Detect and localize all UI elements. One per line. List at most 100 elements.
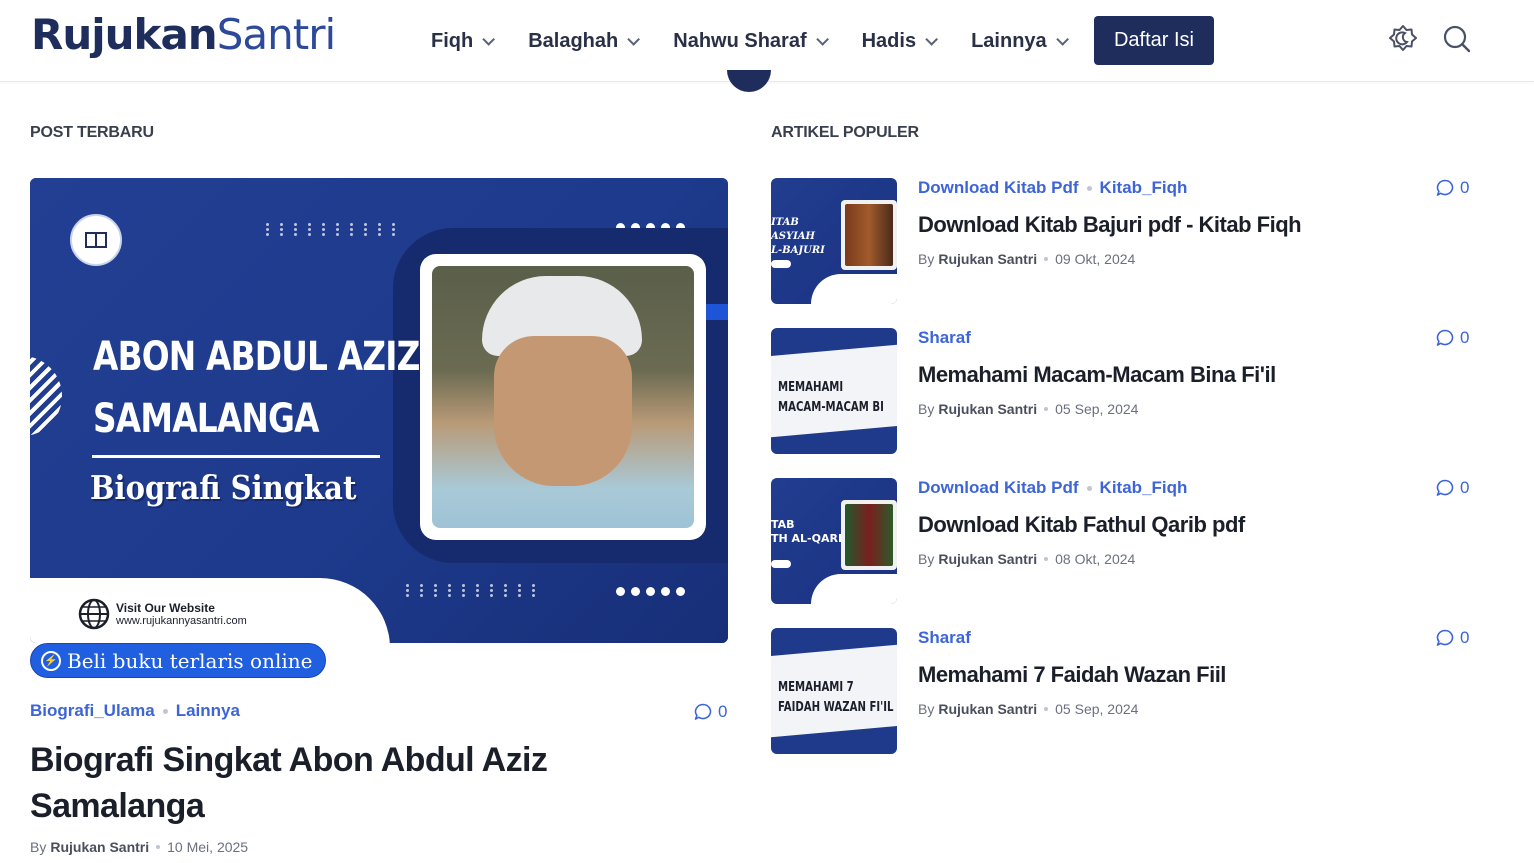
nav-item-hadis[interactable]: Hadis xyxy=(862,30,939,53)
daftar-isi-button[interactable]: Daftar Isi xyxy=(1094,16,1214,65)
category-link[interactable]: Sharaf xyxy=(918,328,971,348)
popular-post-title[interactable]: Memahami 7 Faidah Wazan Fiil xyxy=(918,662,1226,688)
thumb-corner xyxy=(811,274,897,304)
comment-count: 0 xyxy=(1460,178,1470,197)
popular-categories: Download Kitab Pdf Kitab_Fiqh xyxy=(918,478,1187,498)
featured-post-meta: By Rujukan Santri 10 Mei, 2025 xyxy=(30,839,248,855)
nav-item-balaghah[interactable]: Balaghah xyxy=(528,30,641,53)
thumb-band xyxy=(771,726,897,754)
image-subtitle: Biografi Singkat xyxy=(90,468,357,507)
thumb-text: MEMAHAMI 7 FAIDAH WAZAN FI'IL xyxy=(778,680,894,715)
author-link[interactable]: Rujukan Santri xyxy=(938,401,1037,417)
nav-item-lainnya[interactable]: Lainnya xyxy=(971,29,1069,53)
chevron-down-icon xyxy=(482,32,496,46)
nav-item-label: Lainnya xyxy=(971,29,1047,52)
popular-comments[interactable]: 0 xyxy=(1435,178,1469,198)
popular-comments[interactable]: 0 xyxy=(1435,478,1469,498)
book-cover-icon xyxy=(841,200,897,270)
thumb-band xyxy=(771,328,897,356)
category-link[interactable]: Sharaf xyxy=(918,628,971,648)
popular-post-title[interactable]: Download Kitab Fathul Qarib pdf xyxy=(918,512,1245,538)
popular-comments[interactable]: 0 xyxy=(1435,628,1469,648)
by-label: By xyxy=(918,701,935,717)
featured-categories: Biografi_Ulama Lainnya xyxy=(30,701,240,721)
comment-icon xyxy=(1436,329,1454,346)
chevron-down-icon xyxy=(925,32,939,46)
visit-website: Visit Our Website www.rujukannyasantri.c… xyxy=(78,598,247,630)
globe-icon xyxy=(78,598,110,630)
post-date: 10 Mei, 2025 xyxy=(167,839,249,855)
category-link[interactable]: Kitab_Fiqh xyxy=(1100,478,1188,498)
thumb-pill xyxy=(771,260,791,268)
popular-thumb[interactable]: TAB TH AL-QARIB xyxy=(771,478,897,604)
comment-icon xyxy=(1436,479,1454,496)
category-link[interactable]: Download Kitab Pdf xyxy=(918,178,1079,198)
meta-separator xyxy=(1044,257,1049,261)
popular-thumb[interactable]: MEMAHAMI 7 FAIDAH WAZAN FI'IL xyxy=(771,628,897,754)
featured-post-title[interactable]: Biografi Singkat Abon Abdul Aziz Samalan… xyxy=(30,737,630,829)
featured-post-image[interactable]: ABON ABDUL AZIZ SAMALANGA Biografi Singk… xyxy=(30,178,728,643)
category-link[interactable]: Download Kitab Pdf xyxy=(918,478,1079,498)
popular-thumb[interactable]: MEMAHAMI MACAM-MACAM BI xyxy=(771,328,897,454)
bolt-icon: ⚡ xyxy=(41,650,61,671)
theme-toggle-icon[interactable] xyxy=(1386,22,1420,56)
by-label: By xyxy=(918,551,935,567)
thumb-band xyxy=(771,426,897,454)
featured-comments[interactable]: 0 xyxy=(693,702,727,722)
image-divider xyxy=(92,455,380,458)
popular-post-meta: By Rujukan Santri 09 Okt, 2024 xyxy=(918,251,1135,267)
comment-count: 0 xyxy=(718,702,728,721)
logo-text-santri: Santri xyxy=(216,10,336,59)
chevron-down-icon xyxy=(815,32,829,46)
search-icon[interactable] xyxy=(1440,22,1474,56)
decorative-dots xyxy=(266,223,406,236)
category-link[interactable]: Kitab_Fiqh xyxy=(1100,178,1188,198)
thumb-text: TAB TH AL-QARIB xyxy=(771,518,851,545)
site-logo[interactable]: RujukanSantri xyxy=(31,10,336,59)
category-link[interactable]: Lainnya xyxy=(176,701,240,721)
category-link[interactable]: Biografi_Ulama xyxy=(30,701,155,721)
promo-button[interactable]: ⚡ Beli buku terlaris online xyxy=(30,643,326,678)
by-label: By xyxy=(918,251,935,267)
comment-count: 0 xyxy=(1460,328,1470,347)
thumb-text: ITAB ASYIAH L-BAJURI xyxy=(771,217,825,256)
thumb-text: MEMAHAMI MACAM-MACAM BI xyxy=(778,380,884,415)
visit-url: www.rujukannyasantri.com xyxy=(116,615,247,627)
author-link[interactable]: Rujukan Santri xyxy=(938,551,1037,567)
nav-item-fiqh[interactable]: Fiqh xyxy=(431,29,496,53)
popular-post-title[interactable]: Download Kitab Bajuri pdf - Kitab Fiqh xyxy=(918,212,1302,238)
visit-label: Visit Our Website xyxy=(116,601,215,615)
popular-articles-title: ARTIKEL POPULER xyxy=(771,124,919,141)
nav-item-label: Fiqh xyxy=(431,29,474,52)
meta-separator xyxy=(1044,407,1049,411)
thumb-pill xyxy=(771,560,791,568)
popular-comments[interactable]: 0 xyxy=(1435,328,1469,348)
author-link[interactable]: Rujukan Santri xyxy=(938,701,1037,717)
comment-count: 0 xyxy=(1460,628,1470,647)
comment-count: 0 xyxy=(1460,478,1470,497)
popular-categories: Download Kitab Pdf Kitab_Fiqh xyxy=(918,178,1187,198)
post-date: 05 Sep, 2024 xyxy=(1055,401,1139,417)
meta-separator xyxy=(1044,557,1049,561)
popular-categories: Sharaf xyxy=(918,328,971,348)
popular-post-meta: By Rujukan Santri 08 Okt, 2024 xyxy=(918,551,1135,567)
popular-categories: Sharaf xyxy=(918,628,971,648)
image-headline-line1: ABON ABDUL AZIZ xyxy=(93,334,420,380)
author-link[interactable]: Rujukan Santri xyxy=(938,251,1037,267)
comment-icon xyxy=(1436,629,1454,646)
post-date: 09 Okt, 2024 xyxy=(1055,251,1136,267)
nav-item-nahwu-sharaf[interactable]: Nahwu Sharaf xyxy=(673,29,829,53)
decorative-dots-row xyxy=(616,587,685,596)
scroll-indicator[interactable] xyxy=(727,70,771,92)
by-label: By xyxy=(918,401,935,417)
book-cover-icon xyxy=(841,500,897,570)
comment-icon xyxy=(1436,179,1454,196)
popular-thumb[interactable]: ITAB ASYIAH L-BAJURI xyxy=(771,178,897,304)
nav-item-label: Nahwu Sharaf xyxy=(673,29,807,52)
popular-post-title[interactable]: Memahami Macam-Macam Bina Fi'il xyxy=(918,362,1276,388)
author-link[interactable]: Rujukan Santri xyxy=(50,839,149,855)
meta-separator xyxy=(156,845,161,849)
portrait-image xyxy=(432,266,694,528)
post-date: 05 Sep, 2024 xyxy=(1055,701,1139,717)
logo-badge-icon xyxy=(70,214,122,266)
